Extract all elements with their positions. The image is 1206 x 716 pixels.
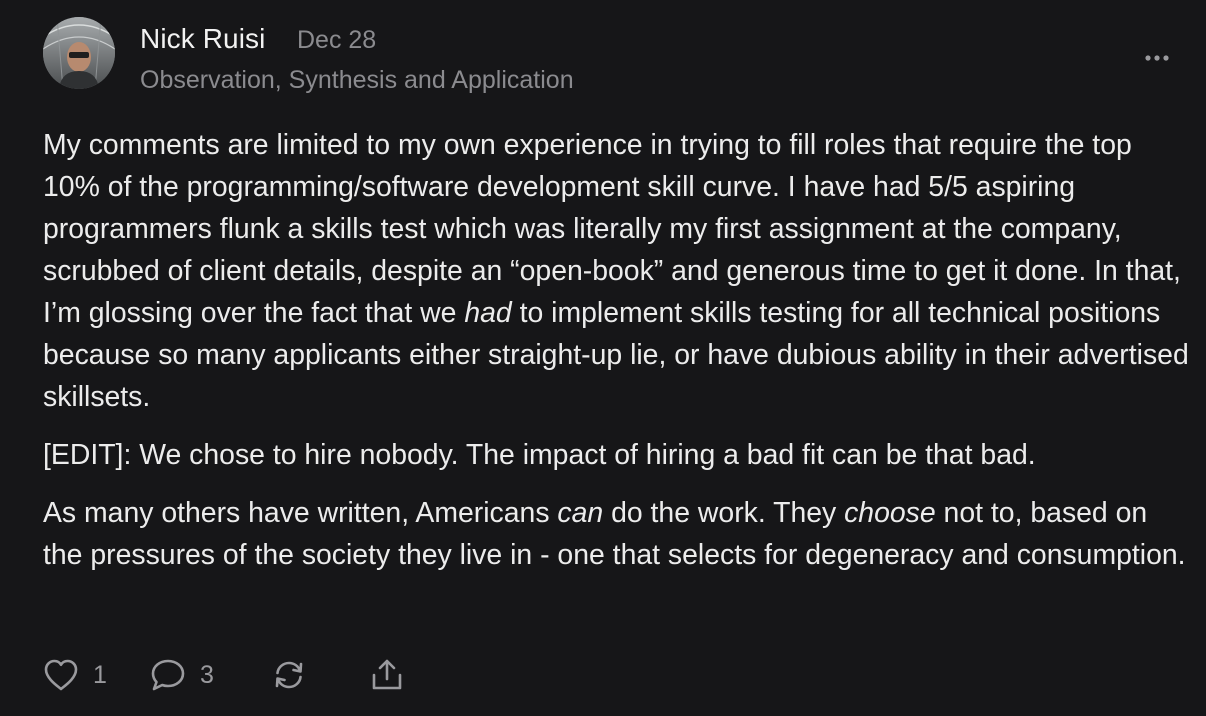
like-button[interactable]: 1 [43,653,107,697]
more-options-button[interactable] [1140,46,1176,70]
emphasis-text: choose [844,497,936,529]
comment-date[interactable]: Dec 28 [297,25,376,55]
comment-text: As many others have written, Americans [43,497,558,529]
share-icon [372,659,402,690]
share-button[interactable] [369,653,405,697]
author-name[interactable]: Nick Ruisi [140,22,265,56]
avatar-photo-icon [43,17,115,89]
reply-count: 3 [200,661,214,689]
comment-text: [EDIT]: We chose to hire nobody. The imp… [43,439,1036,471]
more-dots-icon [1145,55,1169,61]
comment-paragraph-1: My comments are limited to my own experi… [43,124,1193,418]
author-publication[interactable]: Observation, Synthesis and Application [140,65,574,95]
emphasis-text: had [464,297,512,329]
comment-text: do the work. They [603,497,845,529]
heart-icon [44,659,78,691]
comment-paragraph-2: [EDIT]: We chose to hire nobody. The imp… [43,434,1193,476]
avatar[interactable] [43,17,115,89]
restack-icon [275,661,303,689]
like-count: 1 [93,661,107,689]
restack-button[interactable] [271,653,307,697]
comment-paragraph-3: As many others have written, Americans c… [43,492,1193,576]
emphasis-text: can [557,497,604,529]
comment-body: My comments are limited to my own experi… [43,124,1193,592]
reply-button[interactable]: 3 [150,653,214,697]
comment-card: Nick Ruisi Dec 28 Observation, Synthesis… [0,0,1206,716]
speech-bubble-icon [151,659,185,691]
